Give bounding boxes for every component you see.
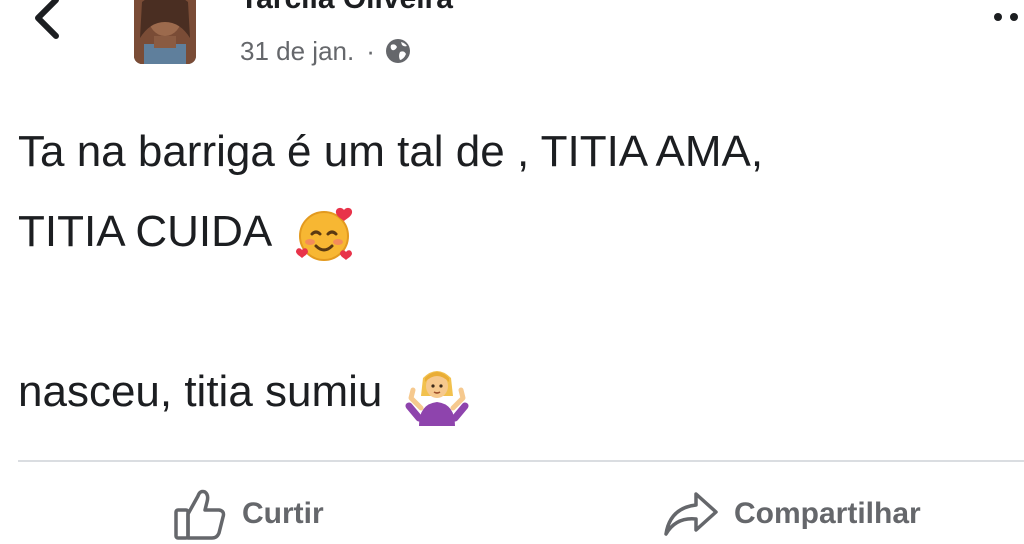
- post-text: Ta na barriga é um tal de , TITIA AMA, T…: [18, 112, 1018, 432]
- divider: [18, 460, 1024, 462]
- like-button[interactable]: Curtir: [172, 484, 324, 544]
- more-options-icon: [994, 13, 1018, 21]
- post-text-line: nasceu, titia sumiu: [18, 352, 1018, 432]
- author-name[interactable]: Tarcila Oliveira: [240, 0, 453, 16]
- post-text-content: nasceu, titia sumiu: [18, 367, 383, 416]
- person-shrugging-icon: [405, 371, 469, 427]
- post-text-content: TITIA CUIDA: [18, 207, 270, 256]
- globe-icon: [385, 39, 410, 63]
- like-label: Curtir: [242, 497, 324, 530]
- avatar-photo: [134, 0, 196, 64]
- share-arrow-icon: [664, 492, 718, 536]
- post-text-content: Ta na barriga é um tal de , TITIA AMA,: [18, 127, 764, 176]
- post-meta: 31 de jan. ·: [240, 34, 413, 68]
- post-text-line: Ta na barriga é um tal de , TITIA AMA,: [18, 112, 1018, 192]
- author-avatar[interactable]: [134, 0, 196, 64]
- smiling-face-with-hearts-icon: [296, 208, 353, 262]
- post-text-line: TITIA CUIDA: [18, 192, 1018, 272]
- post-text-line: [18, 272, 1018, 352]
- chevron-left-icon: [35, 0, 59, 39]
- thumbs-up-icon: [174, 489, 226, 540]
- post-date[interactable]: 31 de jan.: [240, 36, 354, 67]
- more-options-button[interactable]: [990, 2, 1024, 32]
- share-label: Compartilhar: [734, 497, 921, 530]
- meta-separator: ·: [366, 35, 375, 66]
- post-header: Tarcila Oliveira 31 de jan. ·: [0, 0, 1024, 80]
- share-button[interactable]: Compartilhar: [662, 484, 921, 544]
- back-button[interactable]: [24, 0, 74, 44]
